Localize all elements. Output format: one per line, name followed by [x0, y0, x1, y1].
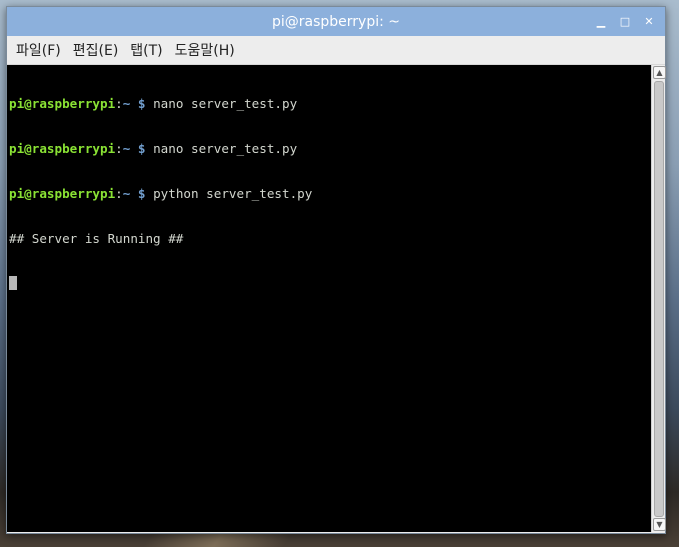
scroll-down-arrow-icon[interactable]: ▼ [653, 518, 666, 531]
title-bar[interactable]: pi@raspberrypi: ~ ▁ □ ✕ [7, 7, 665, 36]
terminal-cursor [9, 276, 17, 290]
command-text: nano server_test.py [145, 141, 298, 156]
prompt-dollar: $ [137, 141, 146, 156]
menu-bar: 파일(F) 편집(E) 탭(T) 도움말(H) [7, 36, 665, 65]
menu-tabs[interactable]: 탭(T) [125, 38, 167, 62]
command-text: python server_test.py [145, 186, 313, 201]
prompt-separator: : [115, 186, 123, 201]
scroll-up-arrow-icon[interactable]: ▲ [653, 66, 666, 79]
desktop-background: pi@raspberrypi: ~ ▁ □ ✕ 파일(F) 편집(E) 탭(T)… [0, 0, 679, 547]
terminal-line: pi@raspberrypi:~ $ python server_test.py [9, 186, 651, 201]
terminal-cursor-line [9, 276, 651, 291]
menu-help[interactable]: 도움말(H) [170, 38, 240, 62]
menu-file[interactable]: 파일(F) [11, 38, 66, 62]
prompt-separator: : [115, 141, 123, 156]
window-title: pi@raspberrypi: ~ [271, 13, 401, 30]
prompt-dollar: $ [137, 186, 146, 201]
terminal-output[interactable]: pi@raspberrypi:~ $ nano server_test.py p… [7, 65, 651, 532]
vertical-scrollbar[interactable]: ▲ ▼ [651, 65, 666, 532]
terminal-area: pi@raspberrypi:~ $ nano server_test.py p… [7, 65, 666, 532]
terminal-window: pi@raspberrypi: ~ ▁ □ ✕ 파일(F) 편집(E) 탭(T)… [6, 6, 666, 534]
prompt-path: ~ [122, 96, 138, 111]
terminal-line: pi@raspberrypi:~ $ nano server_test.py [9, 96, 651, 111]
prompt-user: pi@raspberrypi [9, 186, 116, 201]
prompt-user: pi@raspberrypi [9, 141, 116, 156]
maximize-button[interactable]: □ [615, 12, 635, 32]
minimize-button[interactable]: ▁ [591, 12, 611, 32]
close-button[interactable]: ✕ [639, 12, 659, 32]
prompt-user: pi@raspberrypi [9, 96, 116, 111]
window-controls: ▁ □ ✕ [591, 7, 659, 36]
command-text: nano server_test.py [145, 96, 298, 111]
prompt-dollar: $ [137, 96, 146, 111]
menu-edit[interactable]: 편집(E) [68, 38, 124, 62]
terminal-line: pi@raspberrypi:~ $ nano server_test.py [9, 141, 651, 156]
scrollbar-thumb[interactable] [654, 81, 664, 517]
prompt-path: ~ [122, 186, 138, 201]
prompt-separator: : [115, 96, 123, 111]
terminal-output-line: ## Server is Running ## [9, 231, 184, 246]
prompt-path: ~ [122, 141, 138, 156]
